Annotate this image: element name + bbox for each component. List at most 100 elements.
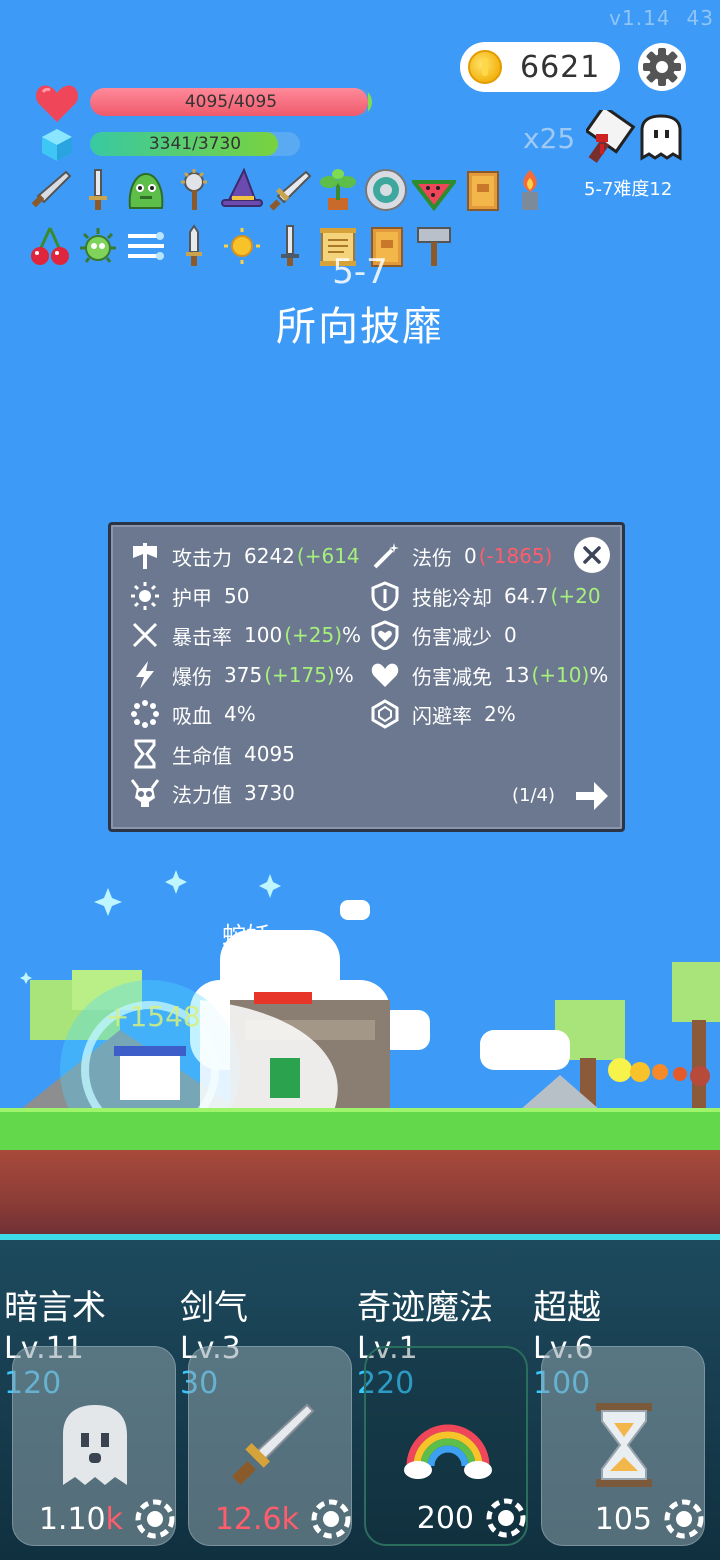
upgrade-gear-icon[interactable]	[486, 1498, 526, 1538]
stat-unit: %	[342, 623, 362, 647]
ghost-icon[interactable]	[638, 114, 684, 162]
stat-value: 375	[224, 663, 263, 687]
skill-card-shadow-word[interactable]: 1.10k	[12, 1346, 176, 1546]
stat-value: 13	[504, 663, 530, 687]
dagger-icon[interactable]	[74, 166, 122, 214]
stat-bonus: (+25)	[284, 623, 342, 647]
upgrade-gear-icon[interactable]	[664, 1499, 704, 1539]
stat-attack: 攻击力 6242 (+614	[130, 541, 360, 571]
lightning-icon	[136, 661, 154, 689]
skill-upgrade-cost: 12.6k	[215, 1502, 299, 1537]
cleaver-boss-icon[interactable]	[586, 110, 636, 166]
ground-dirt	[0, 1150, 720, 1240]
hourglass-icon	[596, 1403, 652, 1487]
coin-counter[interactable]: 6621	[460, 42, 620, 92]
stat-unit: %	[589, 663, 609, 687]
axe-icon	[133, 543, 157, 569]
stat-mp: 法力值 3730	[130, 778, 297, 808]
stat-cooldown: 技能冷却 64.7 (+20	[370, 581, 601, 611]
stat-armor: 护甲 50	[130, 581, 251, 611]
ring-dots-icon	[131, 700, 159, 728]
torch-icon[interactable]	[506, 166, 554, 214]
close-button[interactable]	[574, 537, 610, 573]
horned-skull-icon	[130, 779, 160, 807]
stat-crit-damage: 爆伤 375 (+175) %	[130, 660, 354, 690]
stat-name: 护甲	[172, 585, 212, 610]
enemy-hp-bar	[254, 992, 312, 1004]
heart-icon	[371, 663, 399, 687]
stat-name: 法伤	[412, 545, 452, 570]
stat-damage-immunity: 伤害减免 13 (+10) %	[370, 660, 608, 690]
achievement-title: 所向披靡	[276, 304, 444, 350]
stat-value: 6242	[244, 544, 295, 568]
cost-unit: k	[281, 1502, 299, 1537]
sword-icon[interactable]	[266, 166, 314, 214]
heart-shield-icon	[371, 620, 399, 650]
heart-icon	[35, 85, 79, 122]
stat-name: 生命值	[172, 743, 232, 768]
hourglass-icon	[134, 739, 156, 769]
mace-icon[interactable]	[170, 166, 218, 214]
stat-dodge: 闪避率 2%	[370, 699, 518, 729]
hp-text: 4095/4095	[184, 92, 278, 112]
stat-name: 攻击力	[172, 545, 232, 570]
stat-name: 法力值	[172, 782, 232, 807]
stat-hp: 生命值 4095	[130, 739, 297, 769]
skill-name: 剑气	[180, 1288, 248, 1328]
hp-bar: 4095/4095	[90, 88, 372, 116]
fps-text: 43	[686, 6, 714, 30]
arrow-right-icon[interactable]	[574, 780, 610, 812]
rainbow-icon	[404, 1424, 492, 1479]
stat-bonus: (+614	[296, 544, 360, 568]
upgrade-gear-icon[interactable]	[135, 1499, 175, 1539]
stat-value: 64.7	[504, 584, 549, 608]
close-icon	[583, 546, 601, 564]
hexagon-gem-icon	[371, 699, 399, 729]
skill-card-transcend[interactable]: 105	[541, 1346, 705, 1546]
stat-name: 伤害减少	[412, 624, 492, 649]
stage-number: 5-7	[332, 252, 388, 292]
crossed-blades-icon	[132, 622, 158, 648]
item-row	[26, 166, 566, 216]
skill-upgrade-cost: 200	[417, 1501, 474, 1536]
stage-difficulty-label: 5-7难度12	[584, 179, 673, 200]
sun-icon	[131, 582, 159, 610]
stat-penalty: (-1865)	[478, 544, 553, 568]
stat-crit-rate: 暴击率 100 (+25) %	[130, 620, 361, 650]
sprout-icon[interactable]	[314, 166, 362, 214]
page-indicator: (1/4)	[512, 785, 556, 806]
floating-damage: +1548	[106, 1000, 201, 1033]
cost-value: 12.6	[214, 1502, 282, 1537]
version-text: v1.14	[609, 6, 671, 30]
stat-name: 暴击率	[172, 624, 232, 649]
wizard-hat-icon[interactable]	[218, 166, 266, 214]
stat-name: 爆伤	[172, 664, 212, 689]
stat-value: 4095	[244, 742, 295, 766]
sword-icon	[231, 1403, 315, 1486]
stat-value: 0	[504, 623, 517, 647]
stat-bonus: (+20	[550, 584, 601, 608]
mp-text: 3341/3730	[148, 134, 242, 154]
slime-icon[interactable]	[122, 166, 170, 214]
stat-name: 吸血	[172, 703, 212, 728]
cost-value: 1.10	[38, 1502, 106, 1537]
stat-value: 2%	[484, 702, 516, 726]
watermelon-icon[interactable]	[410, 166, 458, 214]
book-icon[interactable]	[458, 166, 506, 214]
stat-magic: 法伤 0 (-1865)	[370, 541, 552, 571]
skill-card-miracle-magic[interactable]: 200	[364, 1346, 528, 1546]
wand-icon	[373, 543, 399, 569]
gear-icon[interactable]	[637, 42, 687, 92]
mp-bar: 3341/3730	[90, 132, 300, 156]
upgrade-gear-icon[interactable]	[311, 1499, 351, 1539]
skill-card-sword-qi[interactable]: 12.6k	[188, 1346, 352, 1546]
skill-upgrade-cost: 1.10k	[39, 1502, 123, 1537]
stat-name: 闪避率	[412, 703, 472, 728]
skill-upgrade-cost: 105	[595, 1502, 652, 1537]
stat-value: 100	[244, 623, 283, 647]
disc-icon[interactable]	[362, 166, 410, 214]
sword-icon[interactable]	[26, 166, 74, 214]
stat-bonus: (+10)	[531, 663, 590, 687]
stat-damage-reduction: 伤害减少 0	[370, 620, 519, 650]
stat-name: 伤害减免	[412, 664, 492, 689]
